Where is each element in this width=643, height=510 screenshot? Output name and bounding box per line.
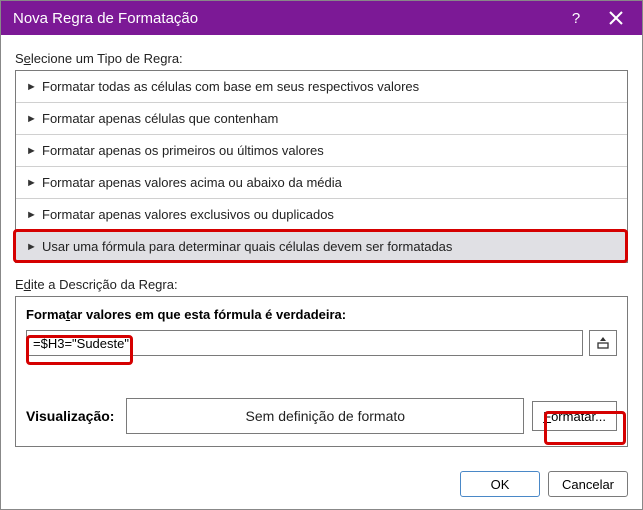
titlebar: Nova Regra de Formatação ? [1, 1, 642, 35]
new-formatting-rule-dialog: Nova Regra de Formatação ? Selecione um … [0, 0, 643, 510]
preview-box: Sem definição de formato [126, 398, 524, 434]
dialog-body: Selecione um Tipo de Regra: ► Formatar t… [1, 35, 642, 459]
formula-row [26, 330, 617, 356]
bullet-icon: ► [26, 145, 36, 157]
rule-type-label: Formatar apenas valores acima ou abaixo … [42, 175, 342, 190]
ok-button[interactable]: OK [460, 471, 540, 497]
rule-type-item[interactable]: ► Formatar apenas valores acima ou abaix… [16, 167, 627, 199]
bullet-icon: ► [26, 81, 36, 93]
rule-description-panel: Formatar valores em que esta fórmula é v… [15, 296, 628, 447]
help-icon: ? [572, 10, 580, 27]
rule-type-label: Formatar apenas células que contenham [42, 111, 278, 126]
rule-type-item[interactable]: ► Formatar apenas células que contenham [16, 103, 627, 135]
rule-type-item[interactable]: ► Formatar apenas valores exclusivos ou … [16, 199, 627, 231]
help-button[interactable]: ? [556, 3, 596, 33]
bullet-icon: ► [26, 177, 36, 189]
rule-type-item[interactable]: ► Formatar todas as células com base em … [16, 71, 627, 103]
bullet-icon: ► [26, 113, 36, 125]
range-select-icon [596, 336, 610, 350]
rule-type-item-selected[interactable]: ► Usar uma fórmula para determinar quais… [16, 231, 627, 262]
bullet-icon: ► [26, 241, 36, 253]
formula-heading: Formatar valores em que esta fórmula é v… [26, 307, 617, 322]
dialog-footer: OK Cancelar [1, 459, 642, 509]
rule-type-label: Formatar todas as células com base em se… [42, 79, 419, 94]
rule-type-label: Usar uma fórmula para determinar quais c… [42, 239, 452, 254]
edit-rule-description-label: Edite a Descrição da Regra: [15, 277, 628, 292]
preview-row: Visualização: Sem definição de formato F… [26, 398, 617, 434]
formula-input[interactable] [26, 330, 583, 356]
close-icon [609, 11, 623, 25]
cancel-button[interactable]: Cancelar [548, 471, 628, 497]
preview-text: Sem definição de formato [246, 408, 406, 424]
format-button[interactable]: Formatar... [532, 401, 617, 431]
rule-type-item[interactable]: ► Formatar apenas os primeiros ou último… [16, 135, 627, 167]
select-rule-type-label: Selecione um Tipo de Regra: [15, 51, 628, 66]
bullet-icon: ► [26, 209, 36, 221]
close-button[interactable] [596, 3, 636, 33]
rule-type-list: ► Formatar todas as células com base em … [15, 70, 628, 263]
dialog-title: Nova Regra de Formatação [13, 10, 556, 27]
preview-label: Visualização: [26, 408, 118, 424]
collapse-dialog-button[interactable] [589, 330, 617, 356]
rule-type-label: Formatar apenas os primeiros ou últimos … [42, 143, 324, 158]
rule-type-label: Formatar apenas valores exclusivos ou du… [42, 207, 334, 222]
